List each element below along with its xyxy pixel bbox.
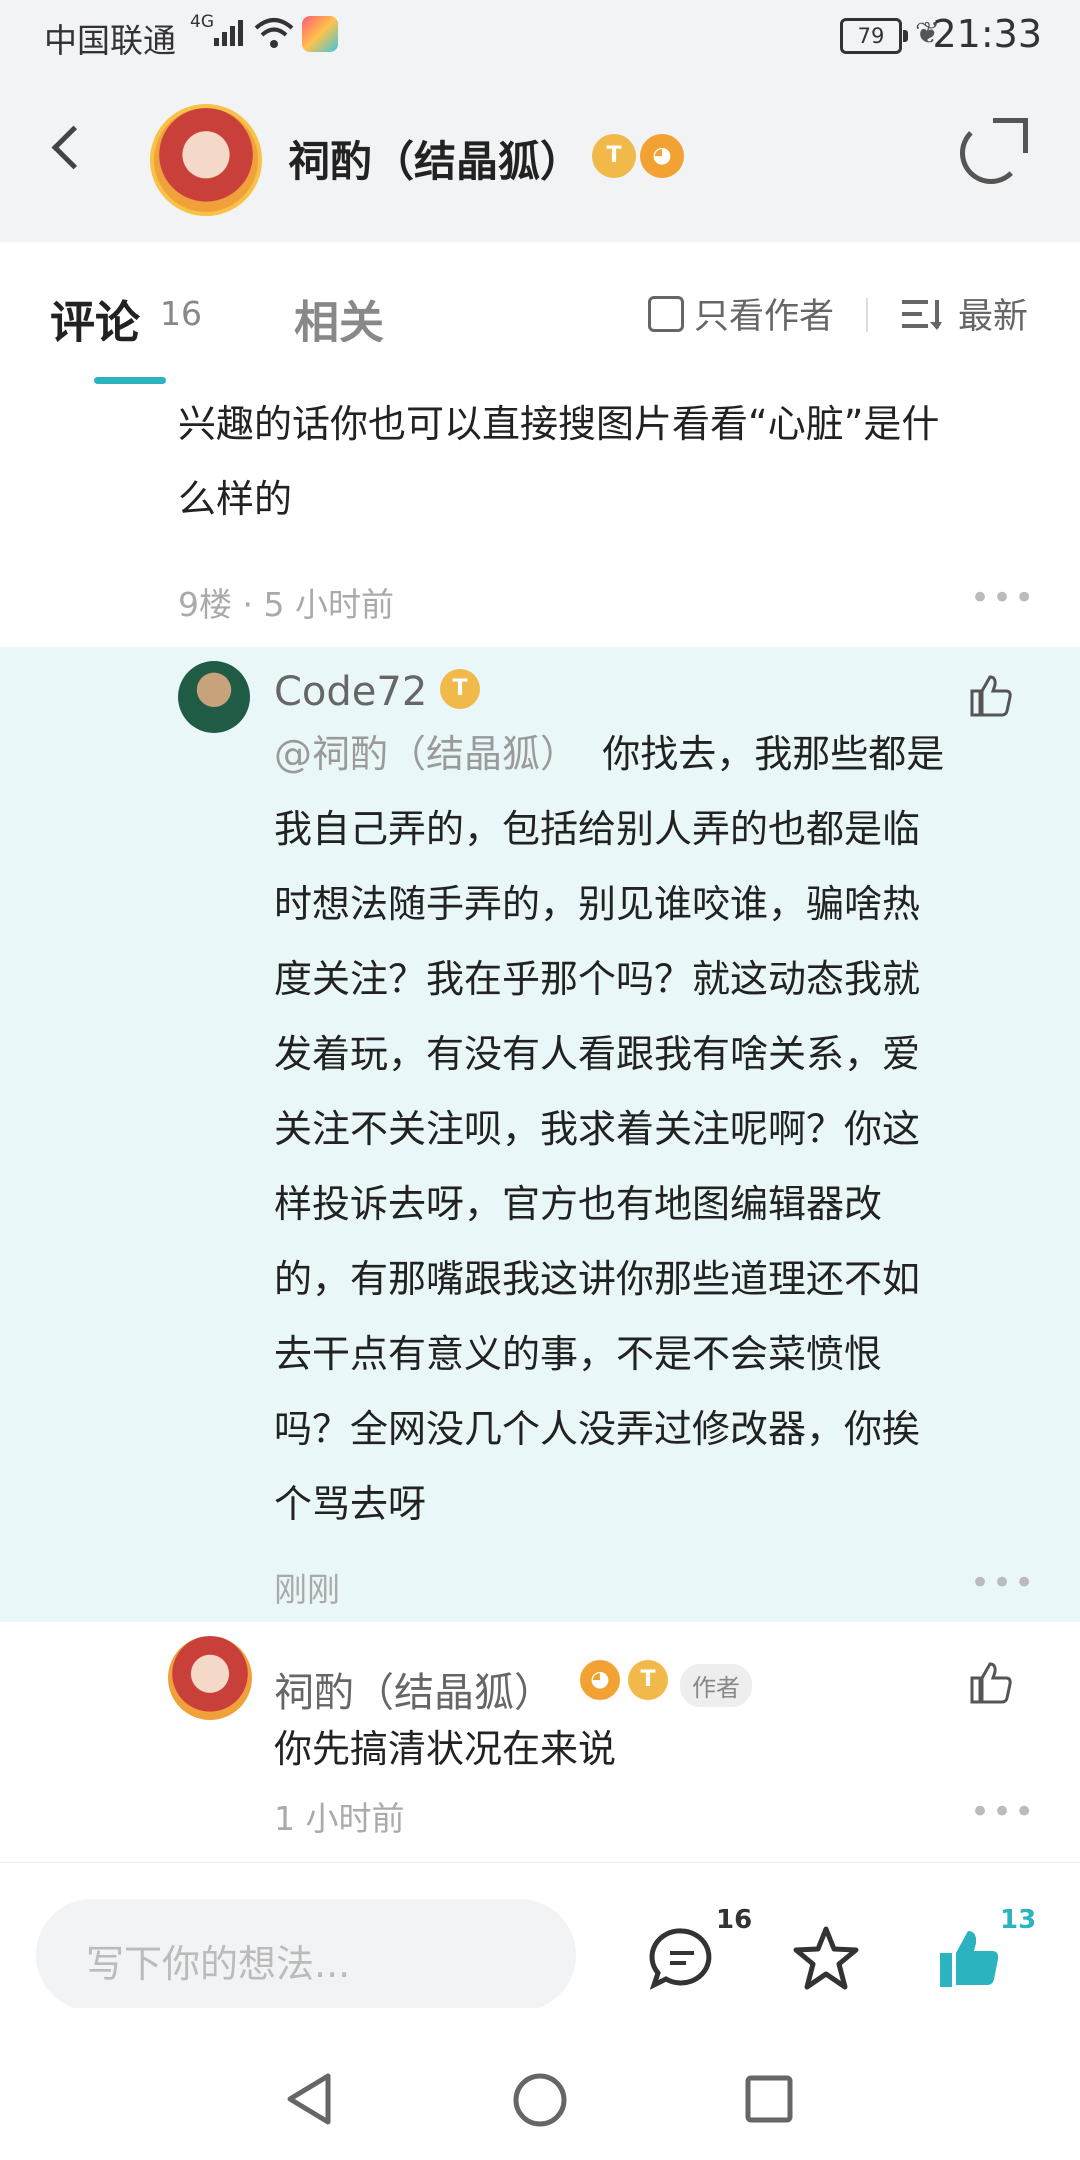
wifi-icon <box>254 18 294 48</box>
signal-icon <box>214 20 243 46</box>
star-icon[interactable] <box>792 1925 860 1993</box>
status-bar: 中国联通 4G 79 ❦ 21:33 <box>0 0 1080 72</box>
reply-line: 时想法随手弄的，别见谁咬谁，骗啥热 <box>274 882 921 926</box>
level-badge-icon: T <box>592 134 636 178</box>
reply-text: 你先搞清状况在来说 <box>274 1727 617 1771</box>
comments-panel: 评论 16 相关 只看作者 最新 先被个图的，但想是熊个，不是别人的图，想 兴趣… <box>0 242 1080 1862</box>
author-avatar[interactable] <box>168 1636 252 1720</box>
battery-icon: 79 <box>840 18 908 54</box>
divider <box>866 298 868 332</box>
only-author-checkbox[interactable] <box>648 296 684 332</box>
reply-username[interactable]: 祠酌（结晶狐） <box>274 1660 554 1718</box>
mascot-badge-icon: ◕ <box>640 134 684 178</box>
level-badge-icon: T <box>440 669 480 709</box>
comment-input-bar: 写下你的想法... 16 13 <box>0 1862 1080 2011</box>
sort-icon[interactable] <box>902 298 942 332</box>
more-icon[interactable]: ••• <box>970 578 1036 618</box>
reply-time: 刚刚 <box>274 1570 340 1609</box>
nav-home-icon[interactable] <box>512 2072 568 2128</box>
reply-line: 个骂去呀 <box>274 1482 427 1526</box>
author-avatar[interactable] <box>150 104 262 216</box>
comment-icon[interactable] <box>648 1927 716 1991</box>
author-name[interactable]: 祠酌（结晶狐） <box>288 128 582 189</box>
reply-line: 我自己弄的，包括给别人弄的也都是临 <box>274 807 921 851</box>
author-tag: 作者 <box>680 1664 752 1707</box>
reply-line: 度关注？我在乎那个吗？就这动态我就 <box>274 957 921 1001</box>
like-filled-icon[interactable] <box>936 1925 1006 1991</box>
like-icon[interactable] <box>966 1658 1014 1706</box>
reply-body: @祠酌（结晶狐） 你找去，我那些都是 我自己弄的，包括给别人弄的也都是临 时想法… <box>274 717 1034 1542</box>
reply-line: 去干点有意义的事，不是不会菜愤恨 <box>274 1332 883 1376</box>
network-label: 4G <box>190 12 214 32</box>
comment-meta: 9楼 · 5 小时前 <box>178 585 394 624</box>
back-arrow-icon[interactable] <box>51 125 96 170</box>
app-notification-icon <box>302 16 338 52</box>
more-icon[interactable]: ••• <box>970 1563 1036 1603</box>
level-badge-icon: T <box>628 1660 668 1700</box>
reply-line: 发着玩，有没有人看跟我有啥关系，爱 <box>274 1032 921 1076</box>
reply-line: 的，有那嘴跟我这讲你那些道理还不如 <box>274 1257 921 1301</box>
reply-author: 祠酌（结晶狐） ◕ T 作者 你先搞清状况在来说 1 小时前 ••• <box>0 1622 1080 1862</box>
comment-line: 兴趣的话你也可以直接搜图片看看“心脏”是什 <box>178 402 940 446</box>
mascot-badge-icon: ◕ <box>580 1660 620 1700</box>
like-count: 13 <box>1000 1905 1037 1935</box>
reply-line: 样投诉去呀，官方也有地图编辑器改 <box>274 1182 883 1226</box>
tab-active-indicator <box>94 377 166 384</box>
reply-line: 关注不关注呗，我求着关注呢啊？你这 <box>274 1107 921 1151</box>
mention-link[interactable]: @祠酌（结晶狐） <box>274 732 578 776</box>
more-icon[interactable]: ••• <box>970 1792 1036 1832</box>
share-arrow-icon[interactable] <box>993 118 1028 153</box>
reply-time: 1 小时前 <box>274 1799 405 1838</box>
reply-highlighted: Code72 T @祠酌（结晶狐） 你找去，我那些都是 我自己弄的，包括给别人弄… <box>0 647 1080 1622</box>
sort-label[interactable]: 最新 <box>958 288 1028 339</box>
post-header: 祠酌（结晶狐） T ◕ <box>0 72 1080 242</box>
clock: 21:33 <box>932 12 1042 56</box>
nav-back-icon[interactable] <box>284 2072 334 2126</box>
reply-username[interactable]: Code72 <box>274 669 427 715</box>
reply-line: 吗？全网没几个人没弄过修改器，你挨 <box>274 1407 921 1451</box>
carrier-label: 中国联通 <box>44 21 176 60</box>
comment-line: 么样的 <box>178 477 293 521</box>
reply-line: 你找去，我那些都是 <box>602 732 945 776</box>
like-icon[interactable] <box>966 671 1014 719</box>
system-nav-bar <box>0 2008 1080 2160</box>
nav-recents-icon[interactable] <box>744 2074 794 2124</box>
only-author-label[interactable]: 只看作者 <box>694 288 834 339</box>
comments-count: 16 <box>160 294 202 333</box>
comment-count: 16 <box>716 1905 753 1935</box>
comment-input-placeholder[interactable]: 写下你的想法... <box>86 1933 350 1988</box>
tab-bar-mask <box>0 342 1080 382</box>
user-avatar[interactable] <box>178 661 250 733</box>
